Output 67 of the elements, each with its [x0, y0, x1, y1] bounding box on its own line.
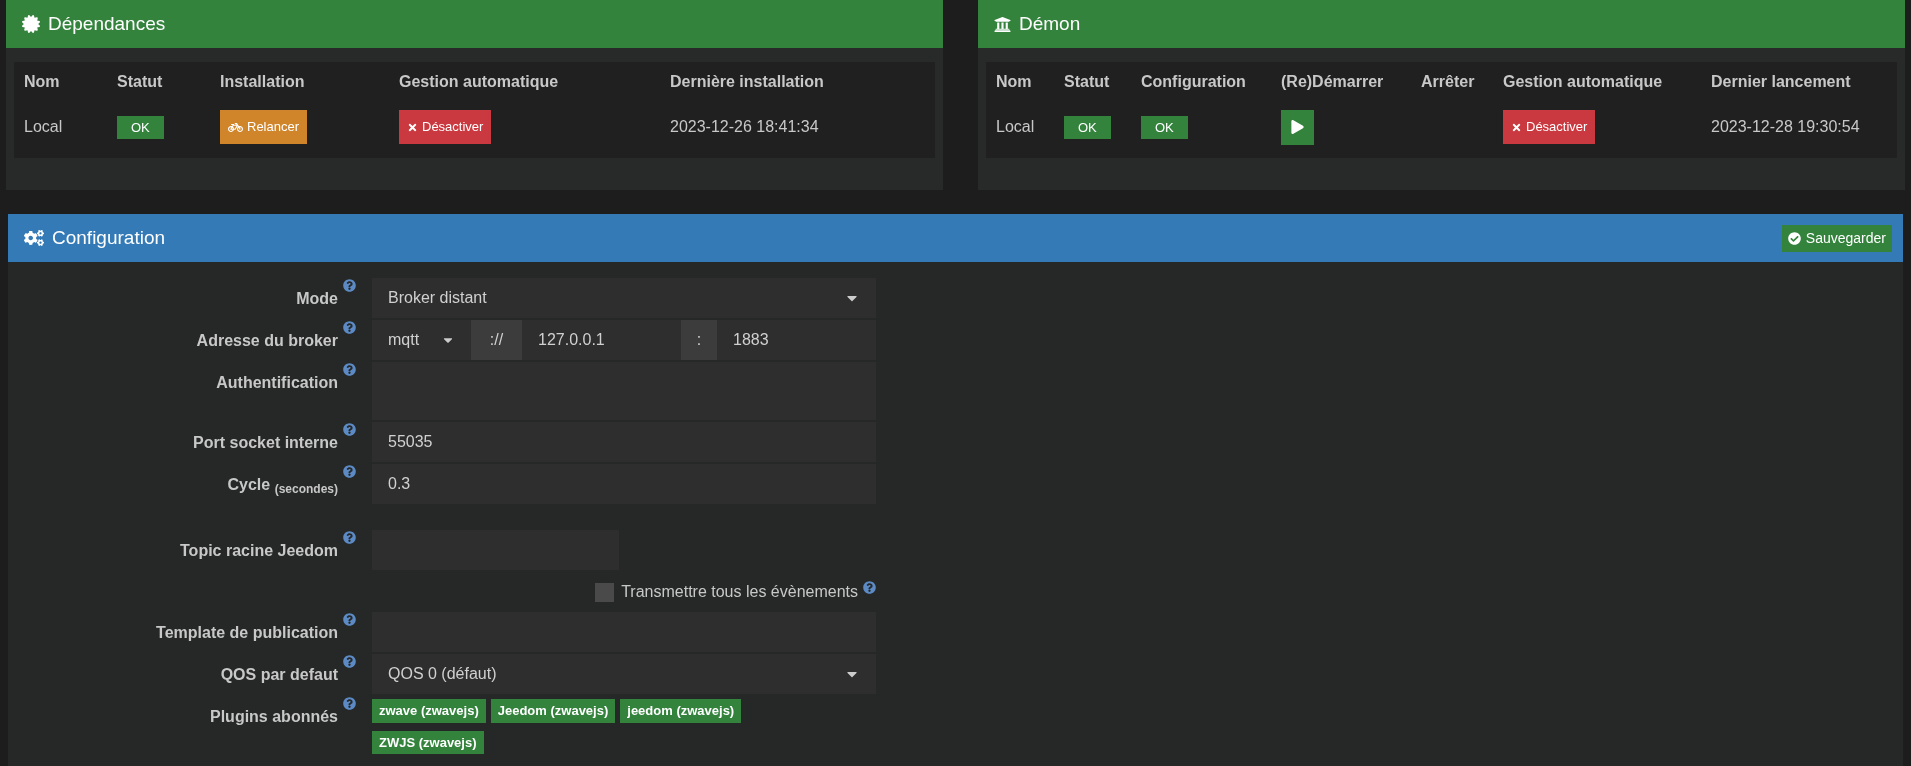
start-button[interactable] — [1281, 109, 1314, 145]
column-header: Nom — [24, 72, 61, 92]
help-icon[interactable] — [343, 655, 356, 668]
plugin-tag: ZWJS (zwavejs) — [372, 730, 484, 754]
field-label: Template de publication — [156, 623, 338, 643]
field-label: QOS par defaut — [220, 665, 338, 685]
check-icon — [1787, 231, 1801, 245]
column-header: Dernière installation — [670, 72, 825, 92]
plugin-tag: zwave (zwavejs) — [372, 699, 486, 723]
column-header: Installation — [220, 72, 306, 92]
help-icon[interactable] — [343, 613, 356, 626]
checkbox-label: Transmettre tous les évènements — [621, 582, 858, 602]
play-icon — [1291, 120, 1304, 134]
close-icon — [1511, 121, 1522, 133]
column-header: Gestion automatique — [399, 72, 560, 92]
field-label: Topic racine Jeedom — [180, 541, 338, 561]
field-label: Port socket interne — [193, 433, 338, 453]
column-header: (Re)Démarrer — [1281, 72, 1385, 92]
addon-label: :// — [471, 320, 522, 360]
help-icon[interactable] — [343, 423, 356, 436]
input-field[interactable]: 0.3 — [372, 464, 876, 504]
column-header: Arrêter — [1421, 72, 1476, 92]
field-label: Plugins abonnés — [210, 707, 338, 727]
help-icon[interactable] — [343, 465, 356, 478]
table-cell-text: 2023-12-28 19:30:54 — [1711, 117, 1861, 137]
bank-icon — [994, 15, 1011, 33]
close-icon — [407, 121, 418, 133]
deactivate-button[interactable]: Désactiver — [399, 110, 492, 144]
addon-label: : — [681, 320, 717, 360]
column-header: Configuration — [1141, 72, 1247, 92]
table-cell-text: Local — [24, 117, 64, 137]
help-icon[interactable] — [343, 531, 356, 544]
input-field[interactable]: 55035 — [372, 422, 876, 462]
panel-title: Dépendances — [48, 11, 166, 36]
column-header: Statut — [1064, 72, 1111, 92]
status-badge: OK — [1064, 115, 1111, 140]
protocol-select[interactable]: mqtt — [372, 320, 471, 360]
select-field[interactable]: Broker distant — [372, 278, 876, 318]
deactivate-button[interactable]: Désactiver — [1503, 110, 1596, 144]
help-icon[interactable] — [343, 363, 356, 376]
column-header: Statut — [117, 72, 164, 92]
help-icon[interactable] — [343, 321, 356, 334]
column-header: Dernier lancement — [1711, 72, 1852, 92]
table-cell-text: 2023-12-26 18:41:34 — [670, 117, 820, 137]
help-icon[interactable] — [343, 279, 356, 292]
table-cell-text: Local — [996, 117, 1036, 137]
plugin-tag: Jeedom (zwavejs) — [490, 699, 616, 723]
port-field[interactable]: 1883 — [717, 320, 876, 360]
badge-icon — [22, 15, 40, 33]
field-label: Cycle $_{(secondes)}$ — [227, 475, 338, 497]
help-icon[interactable] — [343, 697, 356, 710]
host-field[interactable]: 127.0.0.1 — [522, 320, 681, 360]
checkbox[interactable] — [595, 582, 615, 602]
help-icon[interactable] — [863, 580, 876, 594]
panel-title: Configuration — [52, 225, 166, 250]
save-button[interactable]: Sauvegarder — [1781, 224, 1892, 252]
status-badge: OK — [1141, 115, 1188, 140]
field-label: Mode — [296, 289, 338, 309]
field-label: Authentification — [216, 373, 338, 393]
column-header: Gestion automatique — [1503, 72, 1664, 92]
select-field[interactable]: QOS 0 (défaut) — [372, 654, 876, 694]
gears-icon — [24, 228, 44, 248]
column-header: Nom — [996, 72, 1033, 92]
field-label: Adresse du broker — [196, 331, 338, 351]
panel-title: Démon — [1019, 11, 1081, 36]
plugin-tag: jeedom (zwavejs) — [620, 699, 742, 723]
status-badge: OK — [117, 115, 164, 140]
